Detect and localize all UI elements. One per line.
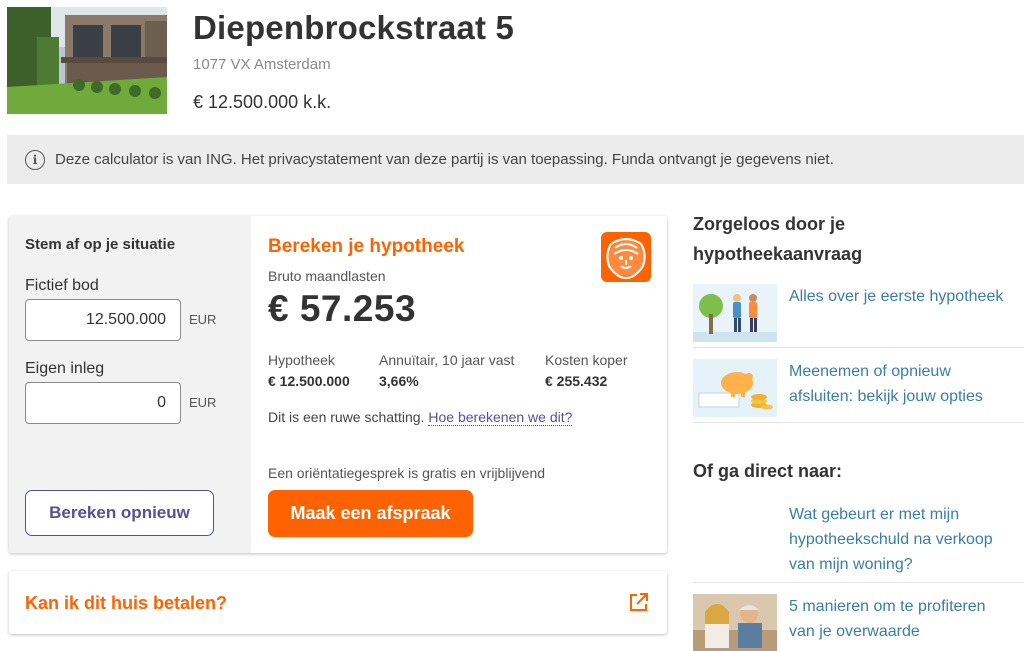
make-appointment-button[interactable]: Maak een afspraak xyxy=(268,490,473,537)
stat-buyer-costs: Kosten koper € 255.432 xyxy=(545,352,628,389)
gross-monthly-value: € 57.253 xyxy=(268,288,417,329)
sidebar-item-first-mortgage[interactable]: Alles over je eerste hypotheek xyxy=(693,284,1024,342)
estimate-text: Dit is een ruwe schatting. xyxy=(268,409,425,425)
sidebar-heading-mortgage: Zorgeloos door je hypotheekaanvraag xyxy=(693,209,862,269)
can-i-afford-card[interactable]: Kan ik dit huis betalen? xyxy=(9,571,667,634)
can-i-afford-title: Kan ik dit huis betalen? xyxy=(25,593,228,613)
sidebar-heading-line: Zorgeloos door je xyxy=(693,214,846,234)
own-contribution-label: Eigen inleg xyxy=(25,360,105,377)
ing-lion-logo-icon xyxy=(601,232,651,282)
orientation-note: Een oriëntatiegesprek is gratis en vrijb… xyxy=(268,465,546,481)
listing-address: 1077 VX Amsterdam xyxy=(193,56,331,73)
divider xyxy=(693,422,1024,423)
listing-price: € 12.500.000 k.k. xyxy=(193,92,332,112)
sidebar-item-line: 5 manieren om te profiteren xyxy=(789,598,986,615)
stat-interest-value: 3,66% xyxy=(379,373,419,389)
sidebar-item-line: van je overwaarde xyxy=(789,623,920,640)
calculator-results-panel: Bereken je hypotheek Bruto maandlasten €… xyxy=(251,216,667,553)
sidebar-item-debt-after-sale[interactable]: Wat gebeurt er met mijn hypotheekschuld … xyxy=(693,502,1024,577)
privacy-notice-text: Deze calculator is van ING. Het privacys… xyxy=(55,151,834,168)
stat-interest-label: Annuïtair, 10 jaar vast xyxy=(379,352,515,368)
sidebar-item-text: 5 manieren om te profiteren van je overw… xyxy=(789,594,986,644)
sidebar-item-line: Meenemen of opnieuw xyxy=(789,363,951,380)
how-calculated-link[interactable]: Hoe berekenen we dit? xyxy=(428,409,573,426)
own-contribution-unit: EUR xyxy=(189,395,217,410)
sidebar-item-line: afsluiten: bekijk jouw opties xyxy=(789,388,983,405)
sidebar-item-line: Wat gebeurt er met mijn xyxy=(789,506,960,523)
sidebar-item-text: Alles over je eerste hypotheek xyxy=(789,284,1003,309)
couple-photo xyxy=(693,594,777,651)
sidebar-item-line: hypotheekschuld na verkoop xyxy=(789,531,993,548)
stat-mortgage-value: € 12.500.000 xyxy=(268,373,350,389)
first-mortgage-illustration xyxy=(693,284,777,342)
listing-photo xyxy=(7,7,167,114)
sidebar-item-text: Wat gebeurt er met mijn hypotheekschuld … xyxy=(789,502,993,577)
own-contribution-input[interactable]: 0 xyxy=(25,382,181,424)
external-link-icon xyxy=(630,593,648,611)
mortgage-calculator-card: Stem af op je situatie Fictief bod 12.50… xyxy=(9,216,667,553)
sidebar-heading-line: hypotheekaanvraag xyxy=(693,244,863,264)
stat-interest: Annuïtair, 10 jaar vast 3,66% xyxy=(379,352,514,389)
sidebar-item-overvalue[interactable]: 5 manieren om te profiteren van je overw… xyxy=(693,594,1024,651)
gross-monthly-label: Bruto maandlasten xyxy=(268,268,386,284)
piggy-bank-illustration xyxy=(693,359,777,417)
divider xyxy=(693,347,1024,348)
bid-label: Fictief bod xyxy=(25,277,99,294)
inputs-title: Stem af op je situatie xyxy=(25,236,176,253)
stat-buyer-costs-value: € 255.432 xyxy=(545,373,608,389)
sidebar-heading-direct: Of ga direct naar: xyxy=(693,461,843,481)
info-icon: i xyxy=(25,149,45,170)
stat-buyer-costs-label: Kosten koper xyxy=(545,352,628,368)
bid-unit: EUR xyxy=(189,312,217,327)
stat-mortgage: Hypotheek € 12.500.000 xyxy=(268,352,350,389)
sidebar-item-transfer-mortgage[interactable]: Meenemen of opnieuw afsluiten: bekijk jo… xyxy=(693,359,1024,417)
sidebar-item-line: Alles over je eerste hypotheek xyxy=(789,288,1004,305)
estimate-note: Dit is een ruwe schatting. Hoe berekenen … xyxy=(268,409,573,426)
sidebar-item-line: van mijn woning? xyxy=(789,556,913,573)
listing-title: Diepenbrockstraat 5 xyxy=(193,9,515,46)
privacy-notice: i Deze calculator is van ING. Het privac… xyxy=(7,135,1024,184)
divider xyxy=(693,582,1024,583)
sidebar-item-text: Meenemen of opnieuw afsluiten: bekijk jo… xyxy=(789,359,983,409)
recalculate-button[interactable]: Bereken opnieuw xyxy=(25,490,214,536)
calculator-inputs-panel: Stem af op je situatie Fictief bod 12.50… xyxy=(9,216,251,553)
stat-mortgage-label: Hypotheek xyxy=(268,352,335,368)
calculator-title: Bereken je hypotheek xyxy=(268,236,465,257)
bid-input[interactable]: 12.500.000 xyxy=(25,299,181,341)
